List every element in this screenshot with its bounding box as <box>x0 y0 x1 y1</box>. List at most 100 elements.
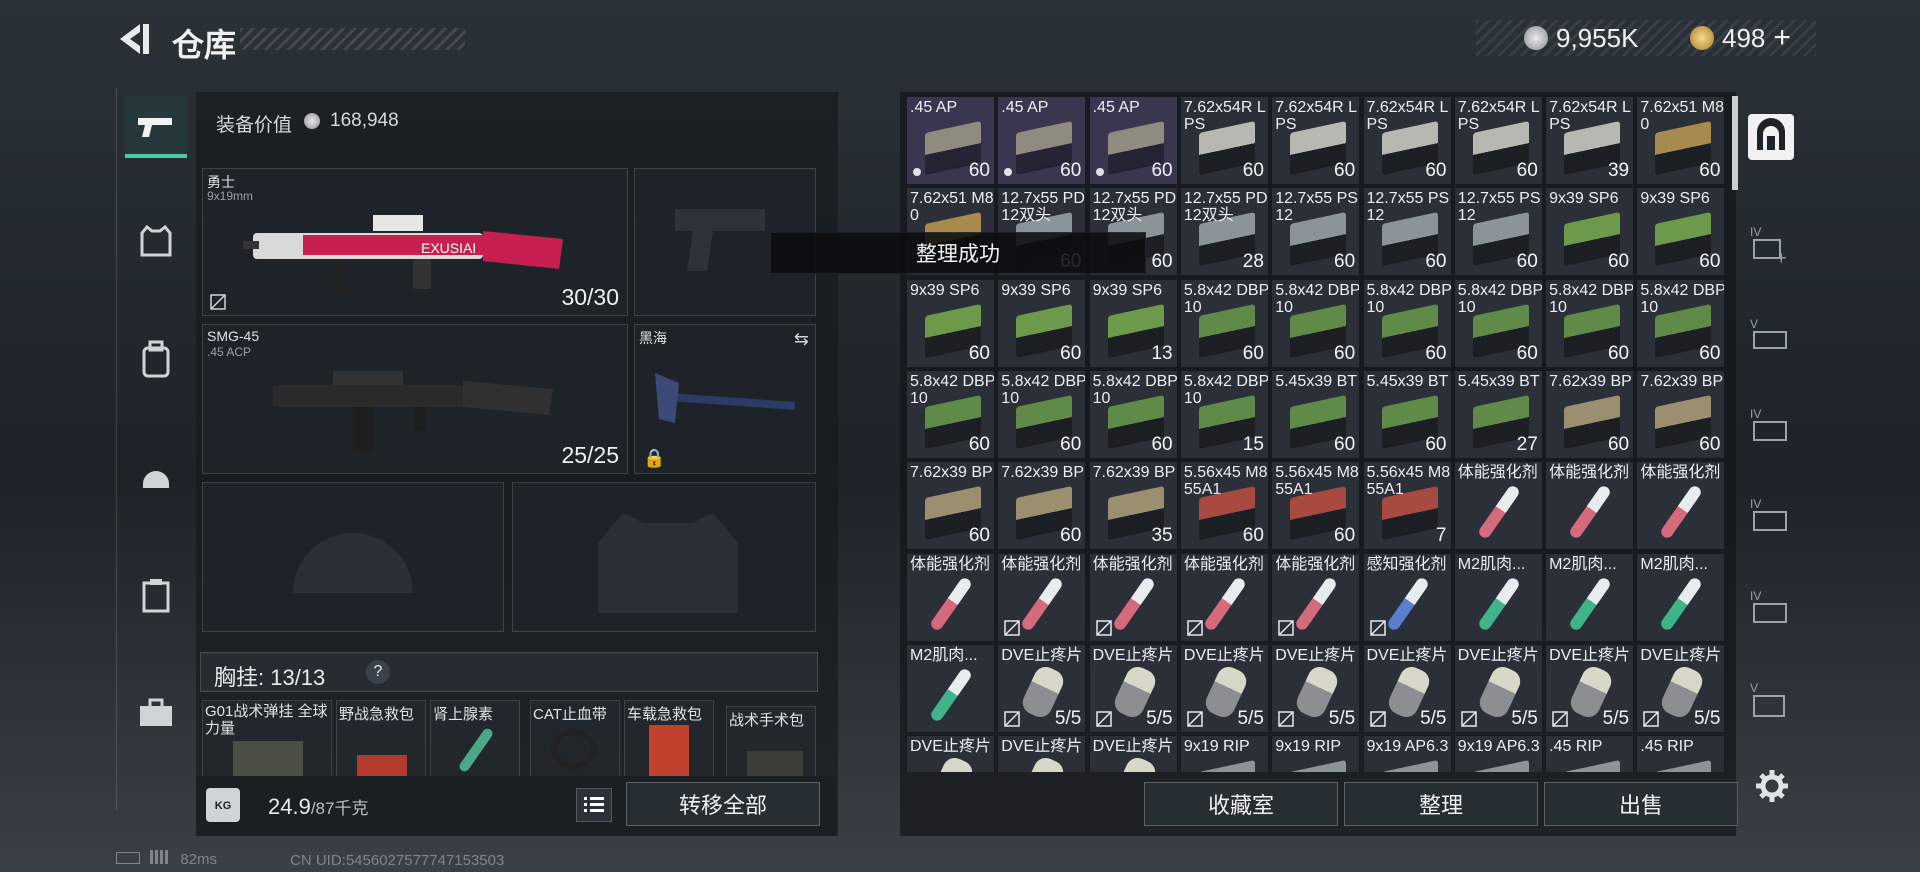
stash-item[interactable]: 体能强化剂 <box>997 552 1087 642</box>
category-backpack[interactable] <box>125 328 187 390</box>
list-view-button[interactable] <box>576 788 612 822</box>
stash-item[interactable]: 体能强化剂 <box>1179 552 1269 642</box>
container-tab-2[interactable]: IV <box>1748 404 1794 450</box>
stash-item[interactable]: 9x19 RIP <box>1179 735 1269 772</box>
stash-item[interactable]: DVE止疼片 5/5 <box>1362 643 1452 733</box>
stash-item[interactable]: 5.45x39 BT 60 <box>1362 369 1452 459</box>
container-tab-3[interactable]: IV <box>1748 494 1794 540</box>
stash-item[interactable]: .45 AP 60 <box>906 96 995 185</box>
category-weapons[interactable] <box>125 96 187 158</box>
stash-item[interactable]: 5.8x42 DBP10 60 <box>1453 278 1543 368</box>
back-button[interactable] <box>112 18 154 60</box>
stash-item[interactable]: 7.62x39 BP 60 <box>1545 369 1635 459</box>
stash-item[interactable]: 9x39 SP6 13 <box>1088 278 1178 368</box>
stash-item[interactable]: .45 AP 60 <box>997 96 1087 185</box>
stash-item[interactable]: 7.62x51 M80 60 <box>1636 96 1726 185</box>
stash-item[interactable]: 9x39 SP6 60 <box>906 278 995 368</box>
category-armor[interactable] <box>125 210 187 272</box>
stash-item[interactable]: M2肌肉... <box>1453 552 1543 642</box>
stash-item[interactable]: 7.62x54R LPS 60 <box>1453 96 1543 185</box>
stash-item[interactable]: DVE止疼片 5/5 <box>1636 643 1726 733</box>
stash-item[interactable]: 5.45x39 BT 60 <box>1271 369 1361 459</box>
settings-button[interactable] <box>1754 768 1790 804</box>
stash-item[interactable]: 12.7x55 PS12 60 <box>1362 187 1452 277</box>
stash-item[interactable]: DVE止疼片 5/5 <box>1453 643 1543 733</box>
stash-item[interactable]: 7.62x54R LPS 60 <box>1362 96 1452 185</box>
stash-item[interactable]: 12.7x55 PS12 60 <box>1453 187 1543 277</box>
stash-item[interactable]: DVE止疼片 5/5 <box>1545 643 1635 733</box>
stash-item[interactable]: DVE止疼片 <box>1088 735 1178 772</box>
stash-item[interactable]: 5.8x42 DBP10 60 <box>1636 278 1726 368</box>
stash-item[interactable]: 7.62x39 BP 60 <box>906 461 995 551</box>
stash-item[interactable]: 体能强化剂 <box>906 552 995 642</box>
help-icon[interactable]: ? <box>366 660 390 684</box>
stash-item[interactable]: 7.62x54R LPS 60 <box>1271 96 1361 185</box>
category-container[interactable] <box>125 564 187 626</box>
quick-item-adrenaline[interactable]: 肾上腺素 <box>430 700 520 778</box>
stash-item[interactable]: .45 AP 60 <box>1088 96 1178 185</box>
stash-item[interactable]: DVE止疼片 <box>997 735 1087 772</box>
swap-icon[interactable]: ⇆ <box>794 329 809 350</box>
stash-item[interactable]: 5.8x42 DBP10 60 <box>1271 278 1361 368</box>
stash-item[interactable]: M2肌肉... <box>1545 552 1635 642</box>
stash-item[interactable]: 7.62x54R LPS 60 <box>1179 96 1269 185</box>
stash-item[interactable]: 7.62x39 BP 35 <box>1088 461 1178 551</box>
collection-room-button[interactable]: 收藏室 <box>1144 782 1338 826</box>
transfer-all-button[interactable]: 转移全部 <box>626 782 820 826</box>
stash-item[interactable]: 体能强化剂 <box>1088 552 1178 642</box>
stash-item[interactable]: 7.62x39 BP 60 <box>997 461 1087 551</box>
stash-item[interactable]: DVE止疼片 5/5 <box>997 643 1087 733</box>
stash-item[interactable]: DVE止疼片 5/5 <box>1271 643 1361 733</box>
primary-weapon-slot[interactable]: 勇士 9x19mm EXUSIAI 30/30 <box>202 168 628 316</box>
stash-item[interactable]: 体能强化剂 <box>1636 461 1726 551</box>
stash-item[interactable]: 9x39 SP6 60 <box>1545 187 1635 277</box>
armor-slot-empty[interactable] <box>512 482 816 632</box>
quick-item-chest-rig[interactable]: G01战术弹挂 全球力量 <box>202 700 332 778</box>
container-tab-5[interactable]: V <box>1748 678 1794 724</box>
stash-item[interactable]: 9x19 AP6.3 <box>1362 735 1452 772</box>
stash-item[interactable]: 5.56x45 M855A1 60 <box>1271 461 1361 551</box>
stash-item[interactable]: 7.62x54R LPS 39 <box>1545 96 1635 185</box>
melee-slot[interactable]: 黑海 ⇆ 🔒 <box>634 324 816 474</box>
stash-item[interactable]: 体能强化剂 <box>1545 461 1635 551</box>
stash-item[interactable]: 12.7x55 PS12 60 <box>1271 187 1361 277</box>
quick-item-tourniquet[interactable]: CAT止血带 <box>530 700 620 778</box>
stash-item[interactable]: 5.8x42 DBP10 60 <box>1545 278 1635 368</box>
stash-item[interactable]: 感知强化剂 <box>1362 552 1452 642</box>
quick-item-surgery-kit[interactable]: 战术手术包 <box>726 706 816 784</box>
gold-currency[interactable]: 498 + <box>1690 20 1791 56</box>
stash-item[interactable]: 5.45x39 BT 27 <box>1453 369 1543 459</box>
stash-item[interactable]: .45 RIP <box>1636 735 1726 772</box>
stash-scrollbar[interactable] <box>1732 96 1738 190</box>
stash-item[interactable]: 5.8x42 DBP10 60 <box>1179 278 1269 368</box>
quick-item-car-medkit[interactable]: 车载急救包 <box>624 700 714 778</box>
stash-item[interactable]: 5.8x42 DBP10 60 <box>1088 369 1178 459</box>
quick-item-field-medkit[interactable]: 野战急救包 <box>336 700 426 778</box>
stash-item[interactable]: 9x39 SP6 60 <box>1636 187 1726 277</box>
stash-item[interactable]: DVE止疼片 5/5 <box>1179 643 1269 733</box>
category-helmet[interactable] <box>125 446 187 508</box>
stash-item[interactable]: 5.56x45 M855A1 60 <box>1179 461 1269 551</box>
secondary-weapon-slot[interactable]: SMG-45 .45 ACP 25/25 <box>202 324 628 474</box>
shelter-tab[interactable] <box>1748 114 1794 160</box>
helmet-slot-empty[interactable] <box>202 482 504 632</box>
stash-item[interactable]: 9x39 SP6 60 <box>997 278 1087 368</box>
sell-button[interactable]: 出售 <box>1544 782 1738 826</box>
stash-item[interactable]: DVE止疼片 5/5 <box>1088 643 1178 733</box>
add-container-tab[interactable]: IV + <box>1748 222 1794 268</box>
stash-item[interactable]: 12.7x55 PD12双头 28 <box>1179 187 1269 277</box>
stash-item[interactable]: M2肌肉... <box>906 643 995 733</box>
stash-item[interactable]: 7.62x39 BP 60 <box>1636 369 1726 459</box>
stash-item[interactable]: M2肌肉... <box>1636 552 1726 642</box>
stash-item[interactable]: 5.8x42 DBP10 60 <box>1362 278 1452 368</box>
stash-item[interactable]: 9x19 AP6.3 <box>1453 735 1543 772</box>
stash-item[interactable]: 体能强化剂 <box>1271 552 1361 642</box>
category-toolbox[interactable] <box>125 682 187 744</box>
stash-item[interactable]: DVE止疼片 <box>906 735 995 772</box>
container-tab-1[interactable]: V <box>1748 314 1794 360</box>
stash-item[interactable]: 5.8x42 DBP10 60 <box>906 369 995 459</box>
sort-button[interactable]: 整理 <box>1344 782 1538 826</box>
stash-item[interactable]: 5.8x42 DBP10 60 <box>997 369 1087 459</box>
add-currency-button[interactable]: + <box>1773 21 1791 55</box>
stash-item[interactable]: 5.56x45 M855A1 7 <box>1362 461 1452 551</box>
